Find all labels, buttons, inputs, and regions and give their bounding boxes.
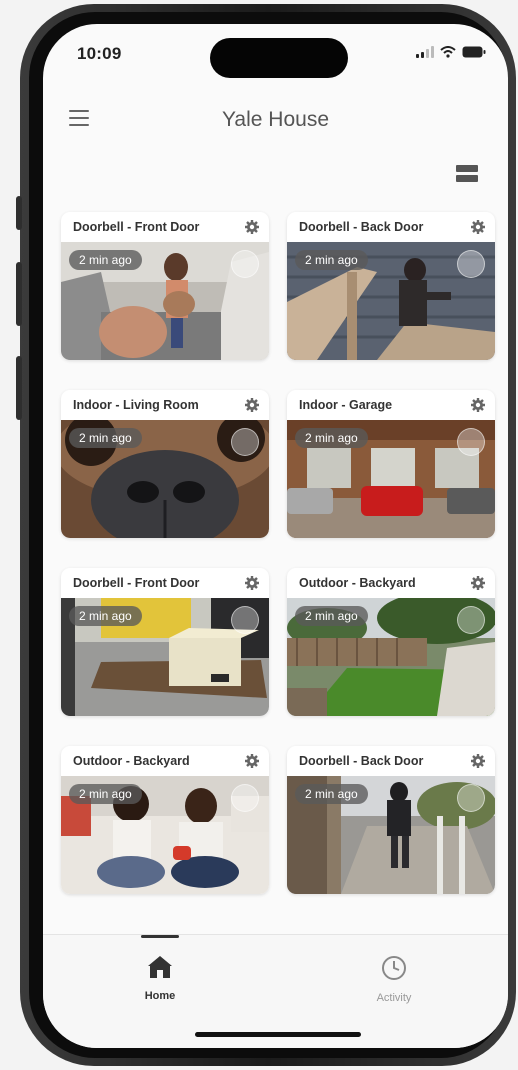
time-ago-badge: 2 min ago	[295, 606, 368, 626]
home-icon	[148, 956, 172, 978]
volume-up-button	[16, 262, 22, 326]
play-icon[interactable]	[231, 606, 259, 634]
status-bar: 10:09	[43, 24, 508, 94]
camera-card-indoor-living-room[interactable]: Indoor - Living Room 2 min ago	[61, 390, 269, 538]
gear-icon[interactable]	[245, 398, 259, 412]
camera-card-doorbell-front-door-2[interactable]: Doorbell - Front Door 2 min ago	[61, 568, 269, 716]
gear-icon[interactable]	[471, 576, 485, 590]
volume-down-button	[16, 356, 22, 420]
camera-label: Doorbell - Back Door	[299, 754, 424, 768]
time-ago-badge: 2 min ago	[69, 606, 142, 626]
camera-feed-image[interactable]: 2 min ago	[287, 598, 495, 716]
gear-icon[interactable]	[245, 754, 259, 768]
camera-card-doorbell-back-door-2[interactable]: Doorbell - Back Door 2 min ago	[287, 746, 495, 894]
camera-feed-image[interactable]: 2 min ago	[287, 242, 495, 360]
camera-label: Outdoor - Backyard	[73, 754, 190, 768]
status-time: 10:09	[77, 44, 122, 63]
time-ago-badge: 2 min ago	[295, 784, 368, 804]
battery-icon	[462, 46, 486, 58]
play-icon[interactable]	[231, 428, 259, 456]
play-icon[interactable]	[457, 250, 485, 278]
camera-feed-image[interactable]: 2 min ago	[61, 598, 269, 716]
camera-card-outdoor-backyard-2[interactable]: Outdoor - Backyard 2 min ago	[61, 746, 269, 894]
camera-card-outdoor-backyard[interactable]: Outdoor - Backyard 2 min ago	[287, 568, 495, 716]
time-ago-badge: 2 min ago	[69, 428, 142, 448]
layout-toggle-icon[interactable]	[456, 165, 478, 183]
camera-feed-image[interactable]: 2 min ago	[61, 242, 269, 360]
tab-activity[interactable]: Activity	[349, 955, 439, 1004]
camera-label: Doorbell - Front Door	[73, 220, 200, 234]
camera-card-doorbell-front-door[interactable]: Doorbell - Front Door 2 min ago	[61, 212, 269, 360]
app-screen: 10:09 Yale House Doorbell - Front Door 2…	[43, 24, 508, 1048]
camera-feed-image[interactable]: 2 min ago	[287, 420, 495, 538]
camera-card-indoor-garage[interactable]: Indoor - Garage 2 min ago	[287, 390, 495, 538]
time-ago-badge: 2 min ago	[295, 428, 368, 448]
page-title: Yale House	[221, 108, 329, 131]
gear-icon[interactable]	[471, 398, 485, 412]
signal-icon	[416, 46, 434, 58]
active-tab-indicator	[141, 935, 179, 938]
clock-icon	[382, 956, 406, 980]
time-ago-badge: 2 min ago	[69, 784, 142, 804]
status-icons	[416, 46, 486, 58]
camera-card-doorbell-back-door[interactable]: Doorbell - Back Door 2 min ago	[287, 212, 495, 360]
camera-label: Indoor - Living Room	[73, 398, 199, 412]
gear-icon[interactable]	[245, 576, 259, 590]
gear-icon[interactable]	[245, 220, 259, 234]
app-header: Yale House	[43, 96, 508, 146]
camera-feed-image[interactable]: 2 min ago	[61, 420, 269, 538]
play-icon[interactable]	[457, 428, 485, 456]
play-icon[interactable]	[457, 606, 485, 634]
action-button	[16, 196, 22, 230]
play-icon[interactable]	[231, 784, 259, 812]
camera-feed-image[interactable]: 2 min ago	[61, 776, 269, 894]
tab-activity-label: Activity	[376, 992, 412, 1004]
camera-feed-image[interactable]: 2 min ago	[287, 776, 495, 894]
home-indicator	[195, 1032, 361, 1037]
gear-icon[interactable]	[471, 220, 485, 234]
wifi-icon	[440, 46, 456, 58]
camera-label: Doorbell - Back Door	[299, 220, 424, 234]
camera-label: Indoor - Garage	[299, 398, 393, 412]
time-ago-badge: 2 min ago	[69, 250, 142, 270]
time-ago-badge: 2 min ago	[295, 250, 368, 270]
play-icon[interactable]	[231, 250, 259, 278]
camera-label: Doorbell - Front Door	[73, 576, 200, 590]
tab-bar: Home Activity	[43, 934, 508, 1048]
camera-label: Outdoor - Backyard	[299, 576, 416, 590]
tab-home-label: Home	[144, 990, 176, 1002]
dynamic-island	[210, 38, 348, 78]
play-icon[interactable]	[457, 784, 485, 812]
tab-home[interactable]: Home	[115, 955, 205, 1002]
gear-icon[interactable]	[471, 754, 485, 768]
